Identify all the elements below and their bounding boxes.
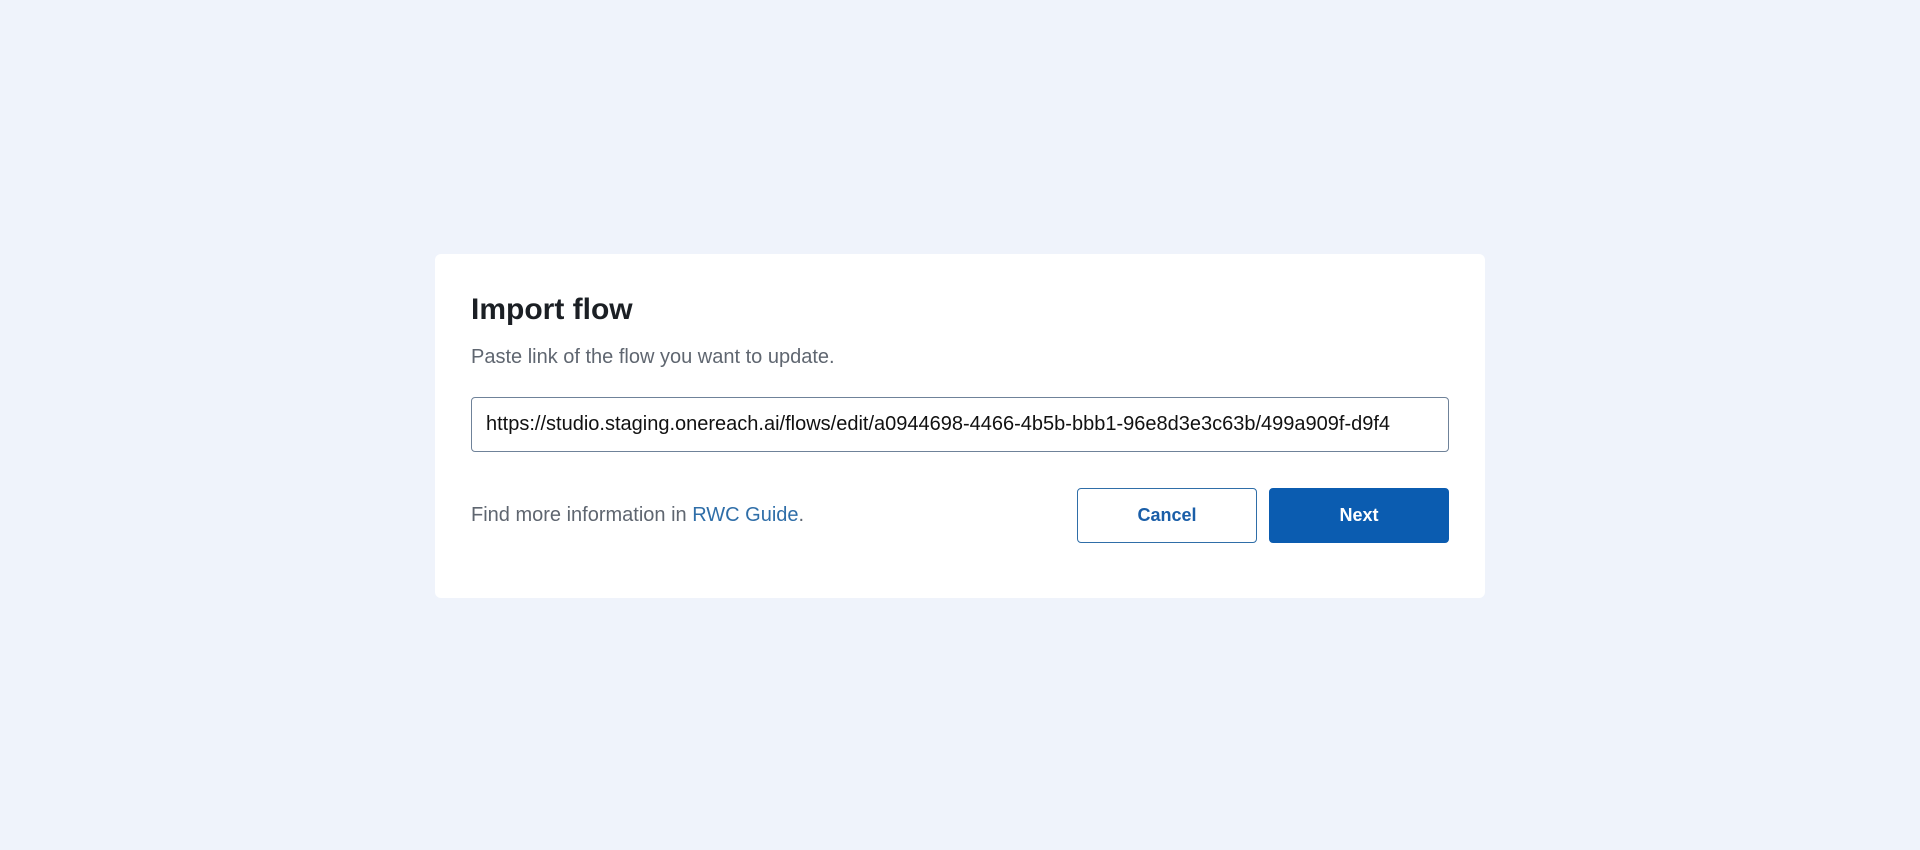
- info-prefix: Find more information in: [471, 504, 693, 526]
- info-suffix: .: [798, 504, 805, 526]
- dialog-subtitle: Paste link of the flow you want to updat…: [471, 346, 835, 368]
- cancel-button[interactable]: Cancel: [1077, 488, 1257, 543]
- dialog-buttons: Cancel Next: [1077, 488, 1449, 543]
- dialog-title: Import flow: [471, 293, 633, 326]
- rwc-guide-link[interactable]: RWC Guide: [692, 504, 798, 526]
- next-button[interactable]: Next: [1269, 488, 1449, 543]
- flow-link-input[interactable]: [471, 397, 1449, 452]
- info-text: Find more information in RWC Guide.: [471, 504, 804, 527]
- import-flow-dialog: Import flow Paste link of the flow you w…: [435, 254, 1485, 598]
- dialog-footer: Find more information in RWC Guide. Canc…: [471, 488, 1449, 543]
